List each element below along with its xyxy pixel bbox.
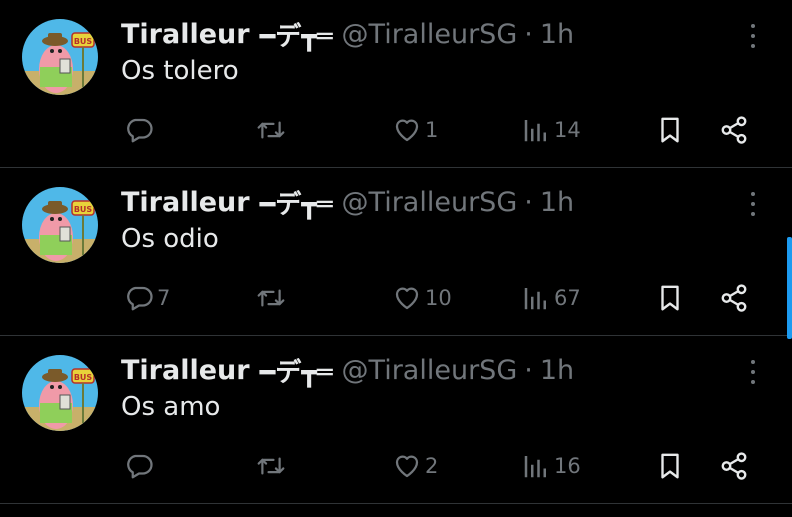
heart-icon bbox=[392, 283, 422, 313]
reply-button[interactable] bbox=[124, 110, 157, 150]
like-count: 10 bbox=[425, 286, 452, 310]
svg-text:BUS: BUS bbox=[74, 205, 93, 214]
reply-icon bbox=[124, 451, 154, 481]
reply-count: 7 bbox=[157, 286, 171, 310]
tweet-header: Tiralleur ━デ┳═ @TiralleurSG · 1h bbox=[121, 14, 574, 54]
share-icon bbox=[718, 283, 750, 313]
tweet[interactable]: BUS Tiralleur ━デ┳═ @TiralleurSG · 1h Os … bbox=[0, 0, 792, 168]
bookmark-icon bbox=[655, 115, 685, 145]
more-options-icon[interactable] bbox=[742, 192, 764, 216]
tweet-header: Tiralleur ━デ┳═ @TiralleurSG · 1h bbox=[121, 182, 574, 222]
tweet[interactable]: BUS Tiralleur ━デ┳═ @TiralleurSG · 1h Os … bbox=[0, 168, 792, 336]
like-button[interactable]: 1 bbox=[392, 110, 438, 150]
retweet-button[interactable] bbox=[255, 446, 290, 486]
timestamp[interactable]: 1h bbox=[540, 187, 574, 218]
retweet-icon bbox=[255, 115, 287, 145]
reply-button[interactable] bbox=[124, 446, 157, 486]
reply-icon bbox=[124, 283, 154, 313]
display-name[interactable]: Tiralleur bbox=[121, 19, 250, 50]
more-options-icon[interactable] bbox=[742, 24, 764, 48]
share-icon bbox=[718, 115, 750, 145]
separator-dot: · bbox=[524, 186, 533, 218]
share-button[interactable] bbox=[718, 110, 750, 150]
like-count: 2 bbox=[425, 454, 439, 478]
tweet-text: Os amo bbox=[121, 392, 221, 422]
views-icon bbox=[521, 451, 551, 481]
tweet-header: Tiralleur ━デ┳═ @TiralleurSG · 1h bbox=[121, 350, 574, 390]
avatar[interactable]: BUS bbox=[22, 19, 98, 95]
action-bar: 2 16 bbox=[0, 446, 792, 486]
views-count: 16 bbox=[554, 454, 581, 478]
views-count: 67 bbox=[554, 286, 581, 310]
user-handle[interactable]: @TiralleurSG bbox=[342, 355, 518, 386]
display-name[interactable]: Tiralleur bbox=[121, 187, 250, 218]
bookmark-button[interactable] bbox=[655, 278, 685, 318]
views-count: 14 bbox=[554, 118, 581, 142]
like-button[interactable]: 10 bbox=[392, 278, 452, 318]
avatar[interactable]: BUS bbox=[22, 355, 98, 431]
name-decoration: ━デ┳═ bbox=[259, 21, 333, 52]
more-options-icon[interactable] bbox=[742, 360, 764, 384]
views-icon bbox=[521, 115, 551, 145]
like-count: 1 bbox=[425, 118, 439, 142]
bookmark-button[interactable] bbox=[655, 446, 685, 486]
timestamp[interactable]: 1h bbox=[540, 19, 574, 50]
share-button[interactable] bbox=[718, 278, 750, 318]
tweet[interactable]: BUS Tiralleur ━デ┳═ @TiralleurSG · 1h Os … bbox=[0, 336, 792, 504]
action-bar: 7 10 67 bbox=[0, 278, 792, 318]
retweet-icon bbox=[255, 283, 287, 313]
heart-icon bbox=[392, 115, 422, 145]
separator-dot: · bbox=[524, 18, 533, 50]
heart-icon bbox=[392, 451, 422, 481]
views-button[interactable]: 14 bbox=[521, 110, 581, 150]
views-button[interactable]: 16 bbox=[521, 446, 581, 486]
tweet-text: Os odio bbox=[121, 224, 219, 254]
name-decoration: ━デ┳═ bbox=[259, 189, 333, 220]
action-bar: 1 14 bbox=[0, 110, 792, 150]
like-button[interactable]: 2 bbox=[392, 446, 438, 486]
tweet-text: Os tolero bbox=[121, 56, 239, 86]
reply-icon bbox=[124, 115, 154, 145]
avatar[interactable]: BUS bbox=[22, 187, 98, 263]
retweet-icon bbox=[255, 451, 287, 481]
user-handle[interactable]: @TiralleurSG bbox=[342, 19, 518, 50]
share-icon bbox=[718, 451, 750, 481]
display-name[interactable]: Tiralleur bbox=[121, 355, 250, 386]
bookmark-button[interactable] bbox=[655, 110, 685, 150]
timeline-feed: BUS Tiralleur ━デ┳═ @TiralleurSG · 1h Os … bbox=[0, 0, 792, 517]
retweet-button[interactable] bbox=[255, 110, 290, 150]
share-button[interactable] bbox=[718, 446, 750, 486]
name-decoration: ━デ┳═ bbox=[259, 357, 333, 388]
views-button[interactable]: 67 bbox=[521, 278, 581, 318]
retweet-button[interactable] bbox=[255, 278, 290, 318]
bookmark-icon bbox=[655, 451, 685, 481]
timestamp[interactable]: 1h bbox=[540, 355, 574, 386]
bookmark-icon bbox=[655, 283, 685, 313]
svg-text:BUS: BUS bbox=[74, 37, 93, 46]
svg-text:BUS: BUS bbox=[74, 373, 93, 382]
separator-dot: · bbox=[524, 354, 533, 386]
scrollbar-thumb[interactable] bbox=[787, 237, 792, 339]
reply-button[interactable]: 7 bbox=[124, 278, 170, 318]
views-icon bbox=[521, 283, 551, 313]
user-handle[interactable]: @TiralleurSG bbox=[342, 187, 518, 218]
